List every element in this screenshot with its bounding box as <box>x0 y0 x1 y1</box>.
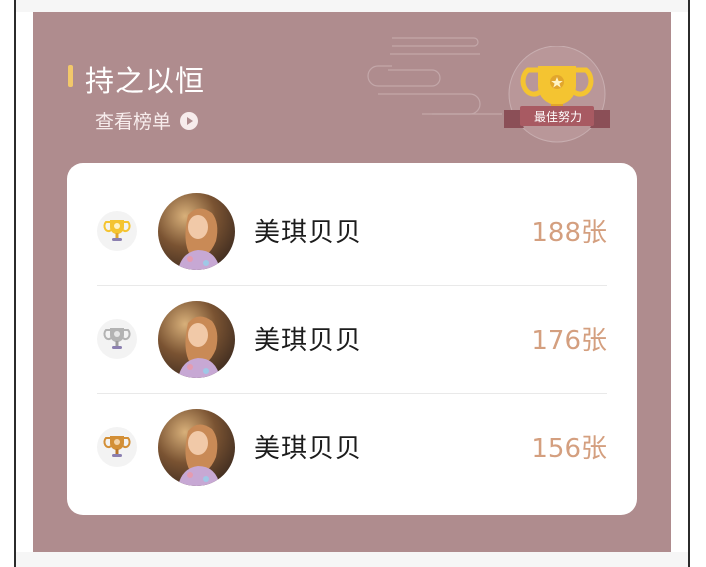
badge-label: 最佳努力 <box>533 110 582 124</box>
view-list-link[interactable]: 查看榜单 <box>95 107 199 134</box>
user-name: 美琪贝贝 <box>254 434 363 464</box>
top-strip <box>16 0 688 12</box>
frame-border-right <box>688 0 690 567</box>
avatar[interactable] <box>158 301 235 378</box>
play-icon <box>180 111 199 130</box>
gold-trophy-icon <box>97 211 137 251</box>
trophy-badge-icon <box>504 46 610 143</box>
bottom-strip <box>16 552 688 567</box>
photo-count: 188张 <box>531 218 607 248</box>
bronze-trophy-icon <box>97 427 137 467</box>
leaderboard-row[interactable]: 美琪贝贝 156张 <box>67 394 637 501</box>
silver-trophy-icon <box>97 319 137 359</box>
title-accent-bar <box>68 65 73 87</box>
leaderboard-card: 美琪贝贝 188张 美琪贝贝 176张 美琪贝贝 156张 <box>67 163 637 515</box>
cloud-decoration <box>367 37 502 115</box>
avatar[interactable] <box>158 409 235 486</box>
leaderboard-row[interactable]: 美琪贝贝 176张 <box>67 286 637 393</box>
avatar[interactable] <box>158 193 235 270</box>
view-list-label: 查看榜单 <box>95 111 172 133</box>
photo-count: 156张 <box>531 434 607 464</box>
user-name: 美琪贝贝 <box>254 326 363 356</box>
section-title: 持之以恒 <box>85 64 206 98</box>
user-name: 美琪贝贝 <box>254 218 363 248</box>
photo-count: 176张 <box>531 326 607 356</box>
leaderboard-row[interactable]: 美琪贝贝 188张 <box>67 178 637 285</box>
frame-border-left <box>14 0 16 567</box>
